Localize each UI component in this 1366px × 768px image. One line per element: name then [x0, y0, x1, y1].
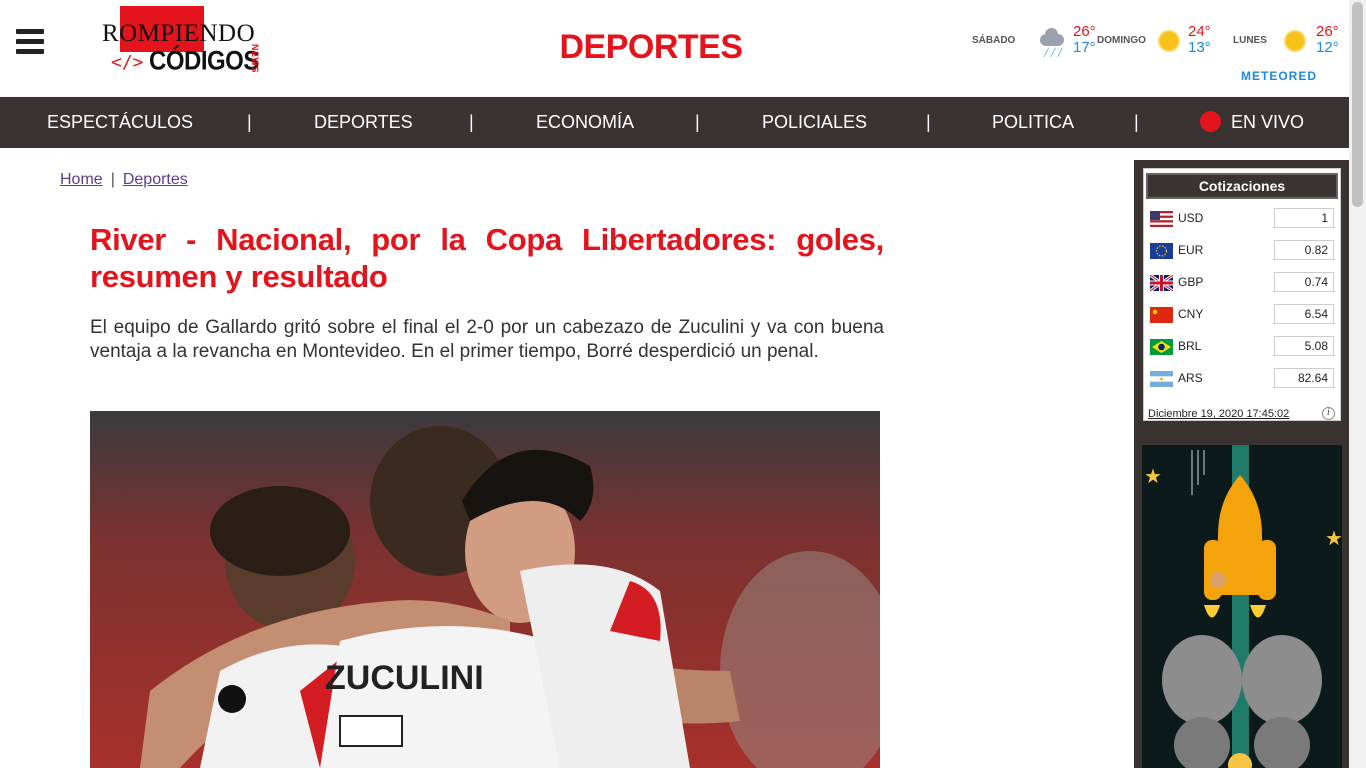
currency-row-eur: EUR 0.82 — [1150, 240, 1336, 262]
logo-code-text: </> — [111, 52, 144, 73]
breadcrumb: Home | Deportes — [60, 171, 188, 189]
logo-news-text: NEWS — [250, 44, 260, 73]
us-flag-icon — [1150, 211, 1173, 227]
eu-flag-icon — [1150, 243, 1173, 259]
page-scrollbar[interactable] — [1349, 0, 1366, 768]
currency-row-usd: USD 1 — [1150, 208, 1336, 230]
rain-cloud-icon: ╱╱╱ — [1040, 28, 1066, 57]
nav-item-en-vivo[interactable]: EN VIVO — [1231, 112, 1304, 133]
weather-low: 13° — [1188, 39, 1211, 56]
main-nav: ESPECTÁCULOS | DEPORTES | ECONOMÍA | POL… — [0, 97, 1349, 148]
sidebar: Cotizaciones USD 1 EUR 0.82 GBP 0.74 CNY… — [1134, 160, 1349, 768]
currency-value: 0.82 — [1274, 240, 1334, 260]
info-icon[interactable]: i — [1322, 407, 1335, 420]
breadcrumb-home-link[interactable]: Home — [60, 171, 103, 188]
nav-item-deportes[interactable]: DEPORTES — [314, 112, 413, 133]
nav-separator: | — [926, 112, 931, 132]
currency-value: 5.08 — [1274, 336, 1334, 356]
logo-top-text: ROMPIENDO — [102, 20, 256, 47]
nav-separator: | — [1134, 112, 1139, 132]
currency-date-link[interactable]: Diciembre 19, 2020 17:45:02 — [1148, 408, 1289, 420]
currency-value: 0.74 — [1274, 272, 1334, 292]
nav-separator: | — [469, 112, 474, 132]
currency-code: GBP — [1178, 275, 1204, 289]
currency-code: USD — [1178, 211, 1204, 225]
weather-day-name: SÁBADO — [972, 35, 1016, 46]
nav-item-espectaculos[interactable]: ESPECTÁCULOS — [47, 112, 193, 133]
nav-item-politica[interactable]: POLITICA — [992, 112, 1074, 133]
currency-code: CNY — [1178, 307, 1204, 321]
article-headline: River - Nacional, por la Copa Libertador… — [90, 222, 884, 294]
currency-code: EUR — [1178, 243, 1204, 257]
scrollbar-thumb[interactable] — [1352, 2, 1363, 207]
currency-widget: Cotizaciones USD 1 EUR 0.82 GBP 0.74 CNY… — [1143, 168, 1341, 421]
nav-item-economia[interactable]: ECONOMÍA — [536, 112, 634, 133]
breadcrumb-separator: | — [110, 171, 115, 188]
section-title: DEPORTES — [559, 28, 743, 66]
currency-row-gbp: GBP 0.74 — [1150, 272, 1336, 294]
breadcrumb-current-link[interactable]: Deportes — [123, 171, 188, 188]
brazil-flag-icon — [1150, 339, 1173, 355]
currency-value: 1 — [1274, 208, 1334, 228]
argentina-flag-icon — [1150, 371, 1173, 387]
site-header: ROMPIENDO </> CÓDIGOS NEWS DEPORTES SÁBA… — [0, 0, 1349, 97]
currency-row-cny: CNY 6.54 — [1150, 304, 1336, 326]
currency-code: ARS — [1178, 371, 1203, 385]
jersey-name-text: ZUCULINI — [325, 659, 484, 697]
uk-flag-icon — [1150, 275, 1173, 291]
rocket-ad-banner[interactable]: ★ ★ — [1142, 445, 1342, 768]
article-hero-image: ZUCULINI — [90, 411, 880, 768]
sun-icon — [1283, 28, 1309, 52]
weather-day-name: DOMINGO — [1097, 35, 1146, 46]
nav-item-policiales[interactable]: POLICIALES — [762, 112, 867, 133]
logo-bottom-text: CÓDIGOS — [149, 46, 259, 77]
currency-row-ars: ARS 82.64 — [1150, 368, 1336, 390]
currency-widget-title: Cotizaciones — [1146, 173, 1338, 199]
currency-value: 82.64 — [1274, 368, 1334, 388]
sun-icon — [1157, 28, 1183, 52]
menu-icon[interactable] — [16, 29, 44, 59]
site-logo[interactable]: ROMPIENDO </> CÓDIGOS NEWS — [102, 6, 272, 78]
currency-value: 6.54 — [1274, 304, 1334, 324]
weather-low: 12° — [1316, 39, 1339, 56]
nav-separator: | — [247, 112, 252, 132]
star-icon: ★ — [1144, 464, 1162, 488]
star-icon: ★ — [1325, 526, 1342, 550]
article-summary: El equipo de Gallardo gritó sobre el fin… — [90, 317, 884, 362]
weather-provider-logo[interactable]: METEORED — [1241, 69, 1317, 83]
weather-low: 17° — [1073, 39, 1096, 56]
weather-high: 26° — [1073, 23, 1096, 40]
weather-day-name: LUNES — [1233, 35, 1267, 46]
live-dot-icon — [1200, 111, 1221, 132]
weather-widget[interactable]: SÁBADO ╱╱╱ 26° 17° DOMINGO 24° 13° LUNES… — [960, 20, 1350, 90]
currency-code: BRL — [1178, 339, 1202, 353]
nav-separator: | — [695, 112, 700, 132]
weather-high: 24° — [1188, 23, 1211, 40]
china-flag-icon — [1150, 307, 1173, 323]
currency-row-brl: BRL 5.08 — [1150, 336, 1336, 358]
weather-high: 26° — [1316, 23, 1339, 40]
